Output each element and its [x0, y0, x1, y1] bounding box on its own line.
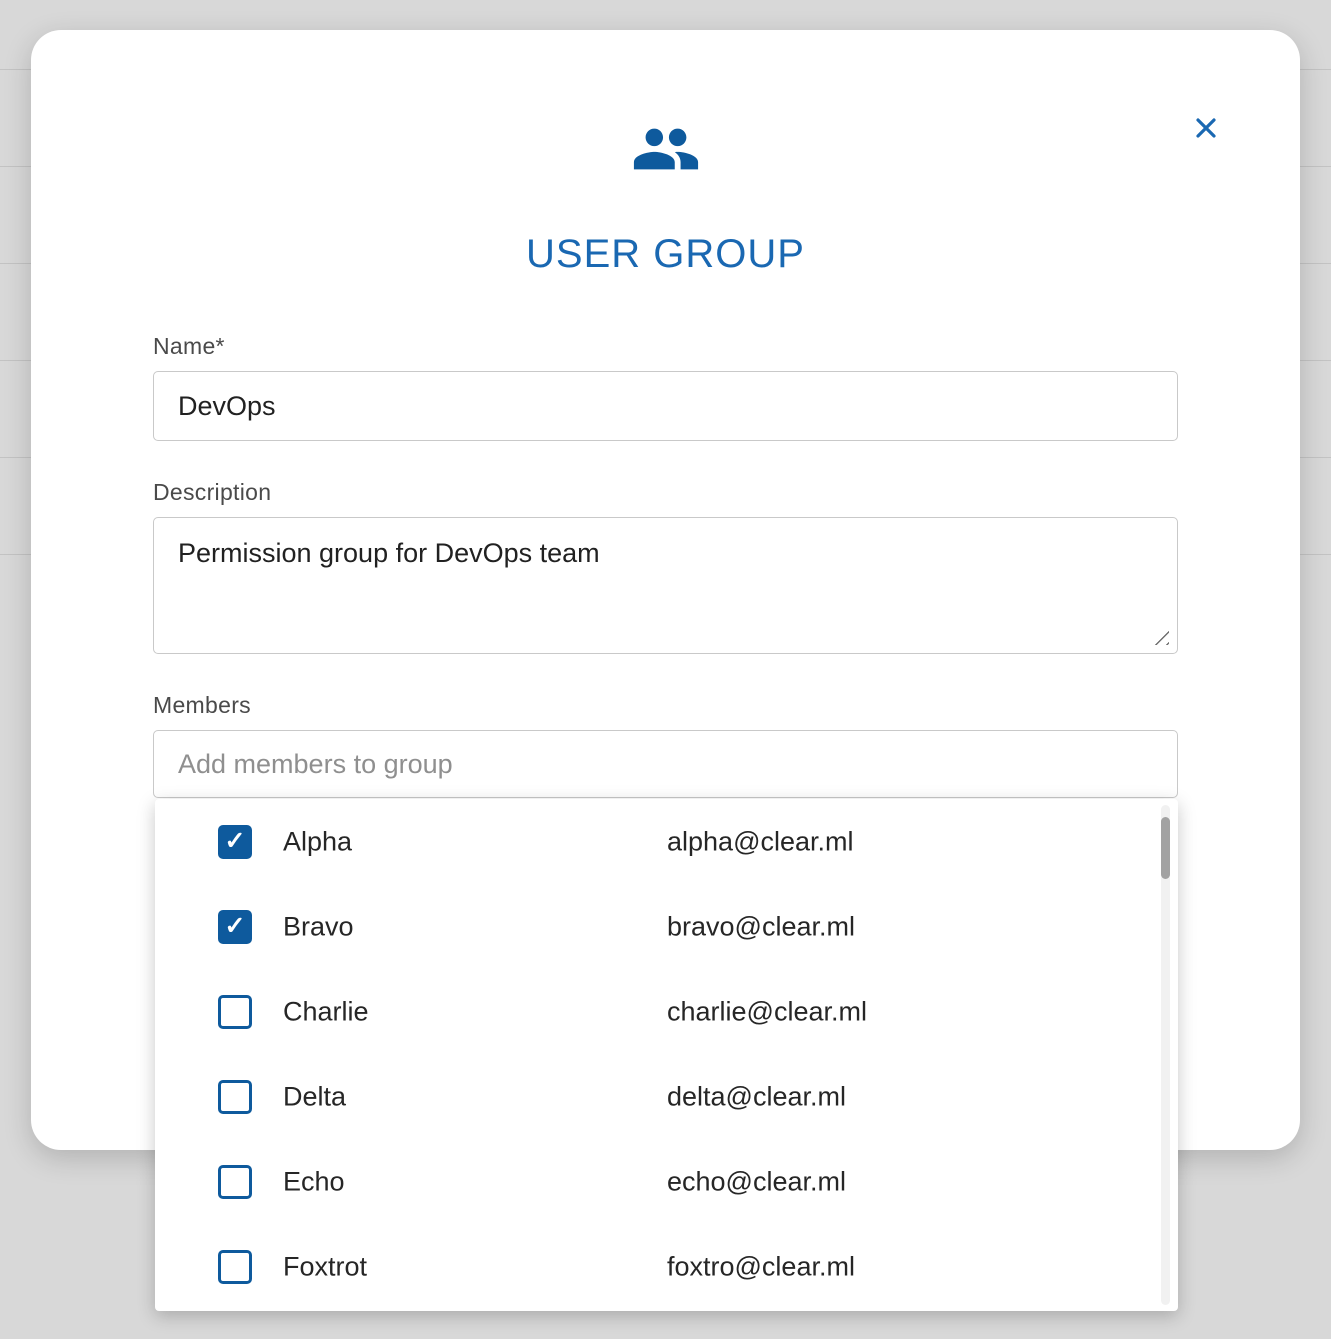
close-button[interactable] — [1184, 106, 1228, 150]
description-label: Description — [153, 479, 1178, 506]
member-row[interactable]: Delta delta@clear.ml — [155, 1054, 1178, 1139]
member-name: Charlie — [283, 996, 369, 1027]
user-group-icon — [630, 114, 702, 184]
member-checkbox[interactable] — [218, 995, 252, 1029]
member-name: Bravo — [283, 911, 354, 942]
page-background: USER GROUP Name* Description Permission … — [0, 0, 1331, 1339]
member-email: delta@clear.ml — [667, 1081, 846, 1112]
member-row[interactable]: Echo echo@clear.ml — [155, 1139, 1178, 1224]
member-checkbox[interactable] — [218, 1250, 252, 1284]
member-row[interactable]: Alpha alpha@clear.ml — [155, 799, 1178, 884]
dropdown-scrollbar-thumb[interactable] — [1161, 817, 1170, 879]
member-row[interactable]: Bravo bravo@clear.ml — [155, 884, 1178, 969]
member-email: foxtro@clear.ml — [667, 1251, 855, 1282]
member-row[interactable]: Foxtrot foxtro@clear.ml — [155, 1224, 1178, 1309]
members-dropdown: Alpha alpha@clear.ml Bravo bravo@clear.m… — [155, 799, 1178, 1311]
description-textarea[interactable]: Permission group for DevOps team — [153, 517, 1178, 654]
name-label: Name* — [153, 333, 1178, 360]
member-checkbox[interactable] — [218, 1080, 252, 1114]
members-dropdown-list: Alpha alpha@clear.ml Bravo bravo@clear.m… — [155, 799, 1178, 1309]
members-label: Members — [153, 692, 1178, 719]
member-name: Alpha — [283, 826, 352, 857]
member-name: Delta — [283, 1081, 346, 1112]
name-input[interactable] — [153, 371, 1178, 441]
close-icon — [1190, 112, 1222, 144]
member-email: alpha@clear.ml — [667, 826, 854, 857]
dropdown-scrollbar[interactable] — [1161, 805, 1170, 1305]
member-checkbox[interactable] — [218, 1165, 252, 1199]
member-checkbox[interactable] — [218, 910, 252, 944]
member-name: Echo — [283, 1166, 345, 1197]
member-row[interactable]: Charlie charlie@clear.ml — [155, 969, 1178, 1054]
member-email: bravo@clear.ml — [667, 911, 855, 942]
member-checkbox[interactable] — [218, 825, 252, 859]
member-name: Foxtrot — [283, 1251, 367, 1282]
description-field: Permission group for DevOps team — [153, 517, 1178, 654]
modal-title: USER GROUP — [153, 232, 1178, 277]
member-email: echo@clear.ml — [667, 1166, 846, 1197]
members-search-input[interactable] — [153, 730, 1178, 798]
member-email: charlie@clear.ml — [667, 996, 867, 1027]
